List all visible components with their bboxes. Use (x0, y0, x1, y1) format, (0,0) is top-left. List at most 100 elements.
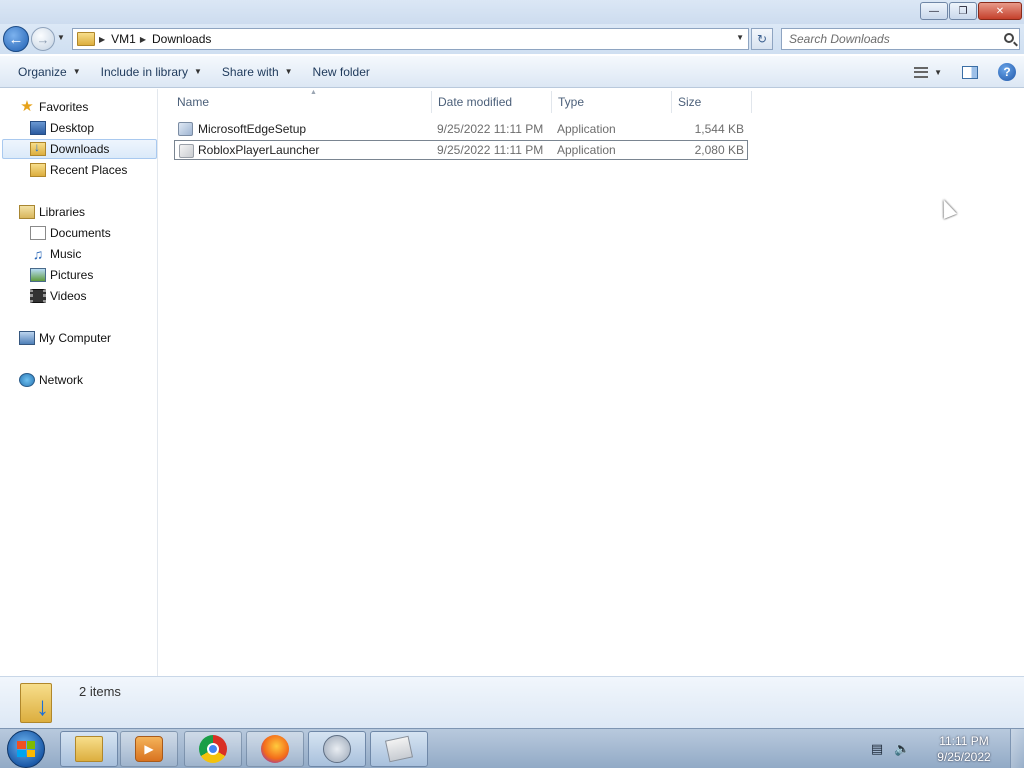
back-button[interactable]: ← (3, 26, 29, 52)
volume-icon[interactable]: 🔈 (894, 742, 910, 756)
documents-icon (30, 226, 46, 240)
folder-icon (77, 32, 95, 46)
file-row-microsoftedgesetup[interactable]: MicrosoftEdgeSetup 9/25/2022 11:11 PM Ap… (174, 119, 748, 139)
view-options-dropdown-icon[interactable]: ▼ (934, 68, 942, 77)
column-header-size[interactable]: Size (672, 91, 752, 113)
recent-places-icon (30, 163, 46, 177)
file-date: 9/25/2022 11:11 PM (437, 143, 544, 157)
system-tray: ▤ 🔈 11:11 PM 9/25/2022 (870, 729, 1024, 768)
downloads-folder-icon (30, 140, 46, 156)
column-header-label: Name (177, 95, 210, 109)
breadcrumb-chevron-icon[interactable]: ▶ (140, 35, 146, 44)
chevron-down-icon: ▼ (72, 67, 81, 76)
search-box[interactable] (781, 28, 1020, 50)
libraries-icon (19, 205, 35, 219)
roblox-icon (179, 144, 194, 158)
star-icon: ★ (20, 98, 34, 115)
view-controls: ▼ ? (914, 58, 1016, 86)
film-icon (30, 289, 46, 303)
forward-button[interactable]: → (31, 27, 55, 51)
minimize-button[interactable]: — (920, 2, 948, 20)
close-button[interactable]: ✕ (978, 2, 1022, 20)
file-row-robloxplayerlauncher[interactable]: RobloxPlayerLauncher 9/25/2022 11:11 PM … (174, 140, 748, 160)
back-arrow-icon: ← (8, 30, 24, 48)
windows-explorer-icon (75, 736, 103, 762)
sidebar-item-pictures[interactable]: Pictures (30, 265, 93, 285)
sort-ascending-icon: ▲ (310, 89, 317, 96)
start-button[interactable] (7, 730, 45, 768)
breadcrumb-downloads[interactable]: Downloads (152, 32, 211, 46)
refresh-icon: ↻ (756, 32, 768, 46)
navigation-pane: ★ Favorites Desktop Downloads Recent Pla… (0, 89, 158, 676)
taskbar-chrome[interactable] (184, 731, 242, 767)
music-note-icon: ♫ (32, 246, 44, 262)
new-folder-label: New folder (312, 64, 370, 79)
breadcrumb-vm1[interactable]: VM1 (111, 32, 136, 46)
file-name: RobloxPlayerLauncher (198, 143, 320, 157)
chevron-down-icon: ▼ (194, 67, 202, 76)
preview-pane-icon[interactable] (962, 65, 978, 79)
chrome-icon (199, 735, 227, 763)
organize-label: Organize (18, 64, 67, 79)
sidebar-item-label: My Computer (39, 331, 112, 345)
taskbar-firefox[interactable] (246, 731, 304, 767)
desktop-icon (30, 121, 46, 135)
restore-button[interactable]: ❐ (949, 2, 977, 20)
search-input[interactable] (782, 29, 992, 49)
change-view-icon[interactable] (914, 66, 929, 78)
installer-disc-icon (323, 735, 351, 763)
close-icon: ✕ (995, 5, 1005, 17)
file-list: ▲ Name Date modified Type Size Microsoft… (159, 89, 1024, 676)
edge-setup-icon (178, 122, 193, 136)
sidebar-item-documents[interactable]: Documents (30, 223, 111, 243)
sidebar-item-favorites[interactable]: ★ Favorites (19, 97, 88, 117)
column-header-label: Size (678, 95, 702, 109)
file-size: 1,544 KB (694, 122, 744, 136)
forward-arrow-icon: → (36, 31, 50, 47)
new-folder-button[interactable]: New folder (303, 58, 380, 86)
share-with-button[interactable]: Share with ▼ (212, 58, 303, 86)
column-header-name[interactable]: ▲ Name (171, 89, 432, 113)
sidebar-item-my-computer[interactable]: My Computer (19, 328, 111, 348)
sidebar-item-desktop[interactable]: Desktop (30, 118, 94, 138)
command-bar: Organize ▼ Include in library ▼ Share with… (0, 56, 1024, 88)
address-dropdown-icon[interactable]: ▼ (736, 33, 744, 42)
navigation-bar: ← → ▼ ▶ VM1 ▶ Downloads ▼ ↻ (0, 24, 1024, 54)
sidebar-item-network[interactable]: Network (19, 370, 83, 390)
column-header-date-modified[interactable]: Date modified (432, 91, 552, 113)
taskbar-roblox[interactable] (370, 731, 428, 767)
details-pane: ↓ 2 items (0, 676, 1024, 728)
sidebar-item-downloads[interactable]: Downloads (2, 139, 157, 159)
breadcrumb-chevron-icon[interactable]: ▶ (99, 35, 105, 44)
clock[interactable]: 11:11 PM 9/25/2022 (918, 733, 1010, 765)
sidebar-item-label: Favorites (39, 100, 89, 114)
include-in-library-button[interactable]: Include in library ▼ (91, 58, 212, 86)
clock-date: 9/25/2022 (937, 750, 991, 764)
address-bar[interactable]: ▶ VM1 ▶ Downloads ▼ (72, 28, 749, 50)
show-desktop-button[interactable] (1010, 729, 1024, 768)
search-icon[interactable] (1004, 33, 1014, 43)
recent-pages-dropdown[interactable]: ▼ (57, 33, 65, 42)
network-status-icon[interactable]: ▤ (870, 742, 884, 756)
organize-button[interactable]: Organize ▼ (8, 58, 91, 86)
sidebar-item-label: Pictures (50, 268, 94, 282)
taskbar-windows-explorer[interactable] (60, 731, 118, 767)
sidebar-item-libraries[interactable]: Libraries (19, 202, 85, 222)
windows-logo-icon (17, 741, 35, 757)
roblox-icon (384, 735, 414, 763)
file-type: Application (557, 122, 616, 136)
sidebar-item-recent-places[interactable]: Recent Places (30, 160, 127, 180)
sidebar-item-label: Documents (50, 226, 111, 240)
sidebar-item-videos[interactable]: Videos (30, 286, 86, 306)
title-bar: — ❐ ✕ (0, 0, 1024, 24)
help-icon[interactable]: ? (998, 63, 1016, 81)
sidebar-item-music[interactable]: ♫ Music (30, 244, 82, 264)
refresh-button[interactable]: ↻ (751, 28, 773, 50)
chevron-down-icon: ▼ (284, 67, 293, 76)
column-header-type[interactable]: Type (552, 91, 672, 113)
include-in-library-label: Include in library (100, 64, 188, 79)
taskbar-installer[interactable] (308, 731, 366, 767)
taskbar-media-player[interactable]: ▶ (120, 731, 178, 767)
item-count: 2 items (79, 684, 121, 699)
sidebar-item-label: Network (39, 373, 84, 387)
